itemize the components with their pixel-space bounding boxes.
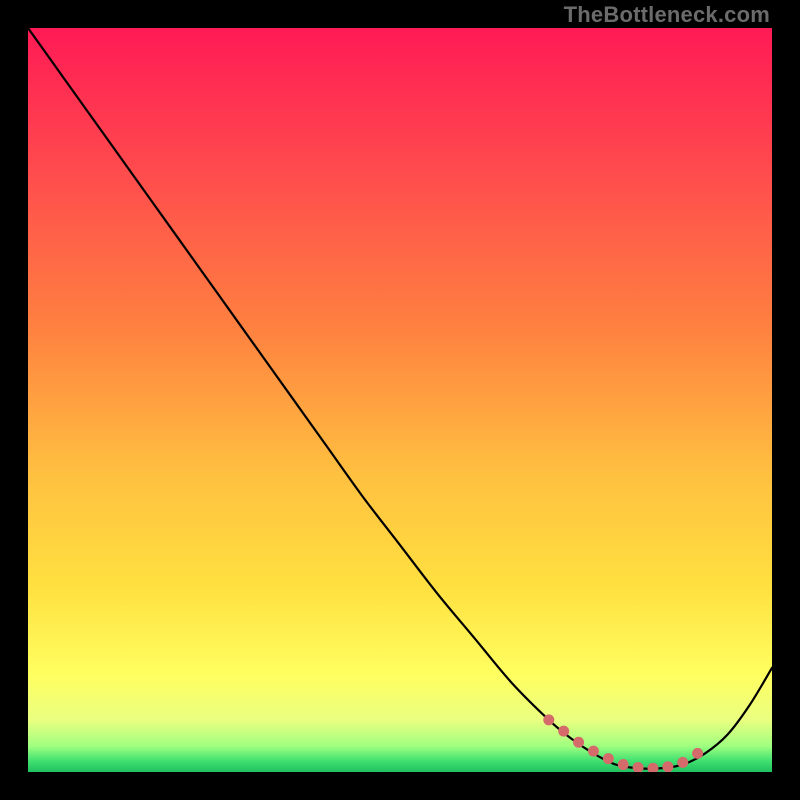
plot-area <box>28 28 772 772</box>
marker-dot <box>603 753 614 764</box>
attribution-text: TheBottleneck.com <box>564 2 770 28</box>
marker-dot <box>588 746 599 757</box>
marker-dot <box>677 757 688 768</box>
marker-dot <box>662 761 673 772</box>
marker-dot <box>573 737 584 748</box>
gradient-background <box>28 28 772 772</box>
chart-container: TheBottleneck.com <box>0 0 800 800</box>
marker-dot <box>558 726 569 737</box>
chart-svg <box>28 28 772 772</box>
marker-dot <box>618 759 629 770</box>
marker-dot <box>543 714 554 725</box>
marker-dot <box>692 748 703 759</box>
